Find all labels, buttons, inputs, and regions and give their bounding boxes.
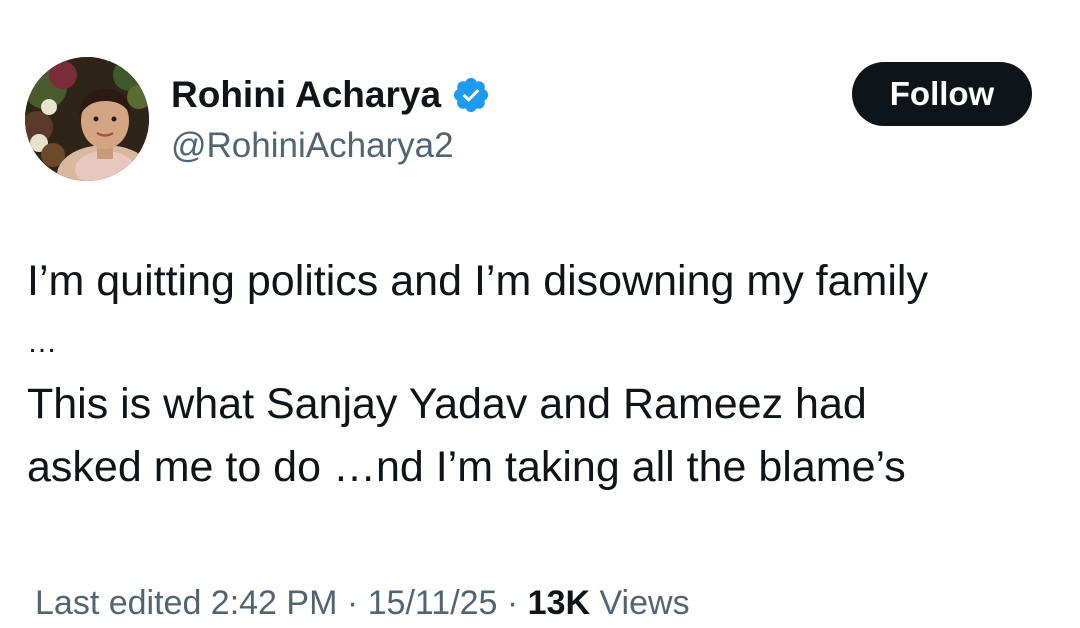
views-label: Views — [590, 584, 690, 622]
meta-separator: · — [497, 584, 528, 622]
tweet-line: asked me to do …nd I’m taking all the bl… — [27, 443, 906, 491]
author-display-name[interactable]: Rohini Acharya — [171, 70, 491, 120]
author-handle[interactable]: @RohiniAcharya2 — [171, 123, 454, 169]
edited-timestamp[interactable]: Last edited 2:42 PM · 15/11/25 — [35, 584, 497, 622]
tweet-line: … — [27, 326, 58, 359]
tweet-line: I’m quitting politics and I’m disowning … — [27, 257, 928, 305]
follow-button[interactable]: Follow — [852, 62, 1032, 126]
avatar[interactable] — [25, 57, 149, 181]
tweet-meta: Last edited 2:42 PM · 15/11/25 · 13K Vie… — [35, 580, 690, 626]
author-name-text[interactable]: Rohini Acharya — [171, 70, 441, 120]
verified-badge-icon — [453, 77, 489, 113]
tweet-line: This is what Sanjay Yadav and Rameez had — [27, 380, 867, 428]
profile-photo — [25, 57, 149, 181]
tweet-text: I’m quitting politics and I’m disowning … — [27, 250, 1057, 499]
views-count: 13K — [527, 584, 591, 622]
